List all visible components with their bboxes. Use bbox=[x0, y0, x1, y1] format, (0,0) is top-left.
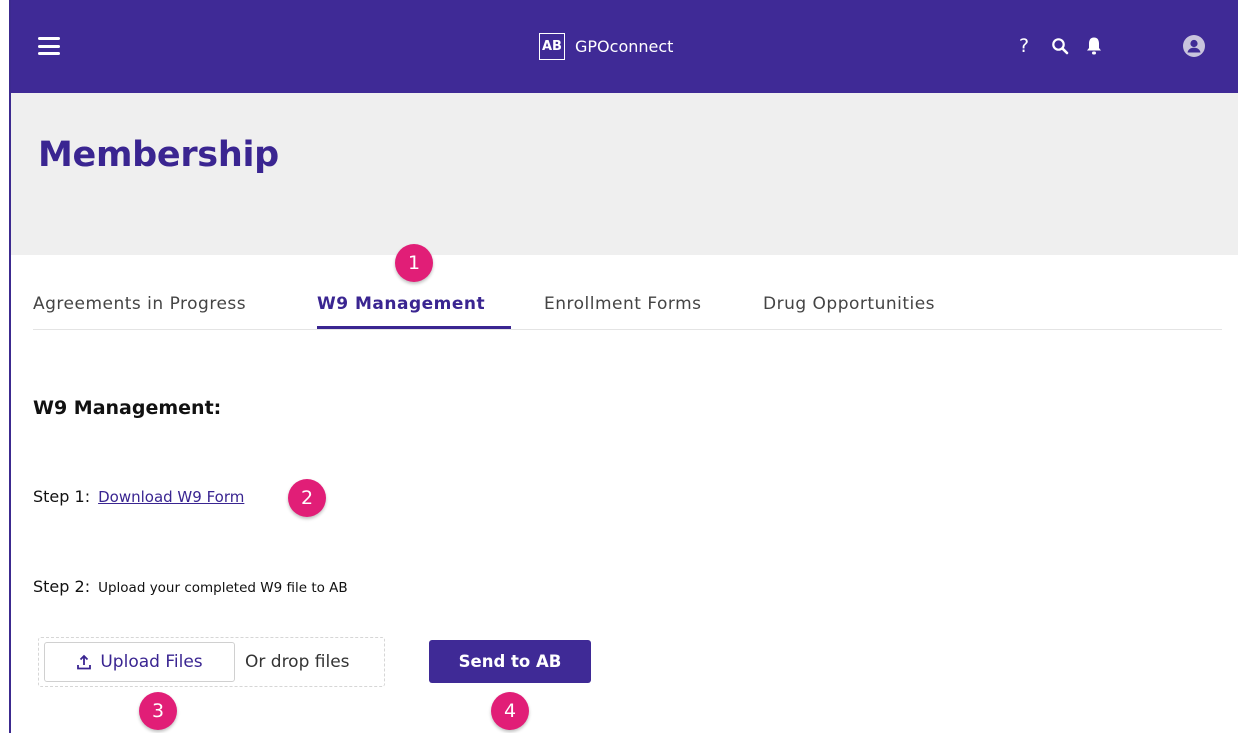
upload-files-label: Upload Files bbox=[100, 652, 203, 672]
search-icon[interactable] bbox=[1048, 34, 1072, 58]
file-dropzone[interactable]: Upload Files Or drop files bbox=[38, 637, 385, 687]
user-avatar-icon[interactable] bbox=[1182, 34, 1206, 58]
tab-enrollment-forms[interactable]: Enrollment Forms bbox=[544, 294, 702, 314]
bell-icon[interactable] bbox=[1082, 34, 1106, 58]
download-w9-link[interactable]: Download W9 Form bbox=[98, 488, 244, 506]
step-1: Step 1: Download W9 Form bbox=[33, 487, 244, 506]
step-2-description: Upload your completed W9 file to AB bbox=[98, 580, 348, 596]
tab-agreements-in-progress[interactable]: Agreements in Progress bbox=[33, 294, 246, 314]
upload-files-button[interactable]: Upload Files bbox=[44, 642, 235, 682]
callout-badge-2: 2 bbox=[288, 479, 326, 517]
brand-mark: AB bbox=[539, 33, 565, 60]
active-tab-indicator bbox=[317, 326, 511, 329]
left-edge-rule bbox=[9, 0, 11, 733]
callout-badge-3: 3 bbox=[139, 692, 177, 730]
brand-name: GPOconnect bbox=[575, 37, 674, 56]
page-title: Membership bbox=[38, 135, 279, 175]
step-2-label: Step 2: bbox=[33, 577, 91, 596]
upload-icon bbox=[77, 654, 92, 670]
tab-drug-opportunities[interactable]: Drug Opportunities bbox=[763, 294, 935, 314]
drop-files-text: Or drop files bbox=[245, 652, 350, 672]
step-1-label: Step 1: bbox=[33, 487, 91, 506]
page-header: Membership bbox=[11, 93, 1238, 255]
step-2: Step 2: Upload your completed W9 file to… bbox=[33, 577, 348, 596]
brand-logo[interactable]: AB GPOconnect bbox=[539, 33, 673, 60]
top-navbar: AB GPOconnect ? bbox=[11, 0, 1238, 93]
callout-badge-4: 4 bbox=[491, 692, 529, 730]
help-icon[interactable]: ? bbox=[1012, 34, 1036, 58]
section-title: W9 Management: bbox=[33, 397, 222, 419]
hamburger-menu-icon[interactable] bbox=[38, 37, 60, 55]
send-to-ab-button[interactable]: Send to AB bbox=[429, 640, 591, 683]
tab-bar: Agreements in Progress W9 Management Enr… bbox=[33, 280, 1222, 330]
callout-badge-1: 1 bbox=[395, 244, 433, 282]
tab-w9-management[interactable]: W9 Management bbox=[317, 294, 485, 314]
